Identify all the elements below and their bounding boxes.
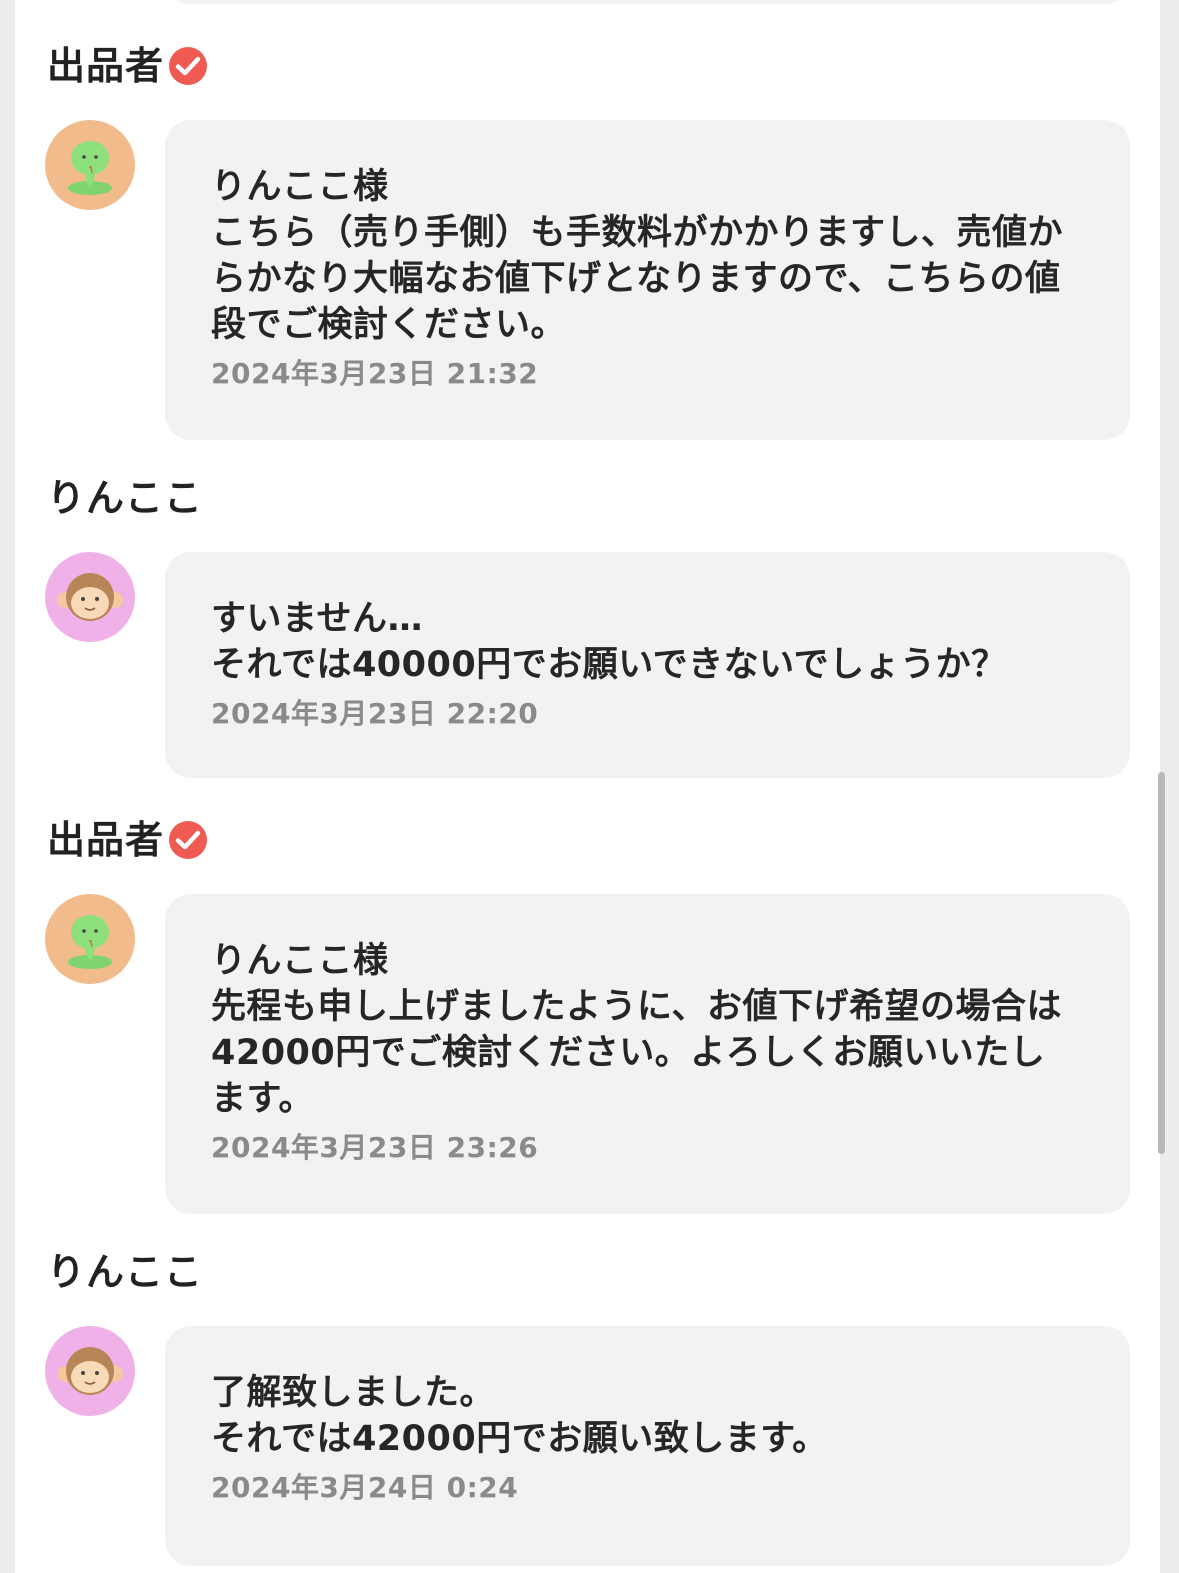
message-text-line: りんここ様 (211, 941, 389, 981)
message-text-line: 了解致しました。 (211, 1373, 496, 1413)
sender-label: 出品者 (47, 43, 165, 88)
message-bubble: すいません… それでは40000円でお願いできないでしょうか？ 2024年3月2… (165, 552, 1130, 778)
message-timestamp: 2024年3月24日 0:24 (211, 1471, 519, 1504)
message-timestamp: 2024年3月23日 23:26 (211, 1131, 539, 1164)
message-bubble: りんここ様 こちら（売り手側）も手数料がかかりますし、売値か らかなり大幅なお値… (165, 120, 1130, 440)
message-text-line: りんここ様 (211, 167, 389, 207)
comment-thread: 出品者 りんここ様 こちら（売り手側）も手数料がかかりますし、売値か らかなり大… (15, 0, 1160, 1573)
message-text-line: 42000円でご検討ください。よろしくお願いいたし (211, 1033, 1046, 1073)
verified-check-icon (168, 46, 208, 86)
message-text-line: ます。 (211, 1079, 315, 1119)
scrollbar[interactable] (1158, 772, 1165, 1154)
message-text-line: それでは42000円でお願い致します。 (211, 1419, 828, 1459)
message-text-line: らかなり大幅なお値下げとなりますので、こちらの値 (211, 259, 1061, 299)
previous-message-bubble (165, 0, 1130, 4)
message-timestamp: 2024年3月23日 22:20 (211, 697, 539, 730)
sender-name-buyer: りんここ (47, 464, 203, 524)
message-text-line: こちら（売り手側）も手数料がかかりますし、売値か (211, 213, 1064, 253)
verified-check-icon (168, 820, 208, 860)
sender-label: りんここ (47, 1249, 204, 1294)
sender-name-seller: 出品者 (47, 32, 208, 92)
snake-avatar-icon[interactable] (45, 120, 135, 210)
message-bubble: 了解致しました。 それでは42000円でお願い致します。 2024年3月24日 … (165, 1326, 1130, 1566)
sender-label: 出品者 (47, 817, 165, 862)
monkey-avatar-icon[interactable] (45, 552, 135, 642)
message-timestamp: 2024年3月23日 21:32 (211, 357, 539, 390)
message-text-line: 段でご検討ください。 (211, 305, 567, 345)
message-bubble: りんここ様 先程も申し上げましたように、お値下げ希望の場合は 42000円でご検… (165, 894, 1130, 1214)
message-text-line: 先程も申し上げましたように、お値下げ希望の場合は (211, 987, 1062, 1027)
sender-name-seller: 出品者 (47, 806, 208, 866)
sender-name-buyer: りんここ (47, 1238, 203, 1298)
monkey-avatar-icon[interactable] (45, 1326, 135, 1416)
message-text-line: すいません… (211, 599, 423, 639)
snake-avatar-icon[interactable] (45, 894, 135, 984)
sender-label: りんここ (47, 475, 204, 520)
message-text-line: それでは40000円でお願いできないでしょうか？ (211, 645, 1007, 685)
